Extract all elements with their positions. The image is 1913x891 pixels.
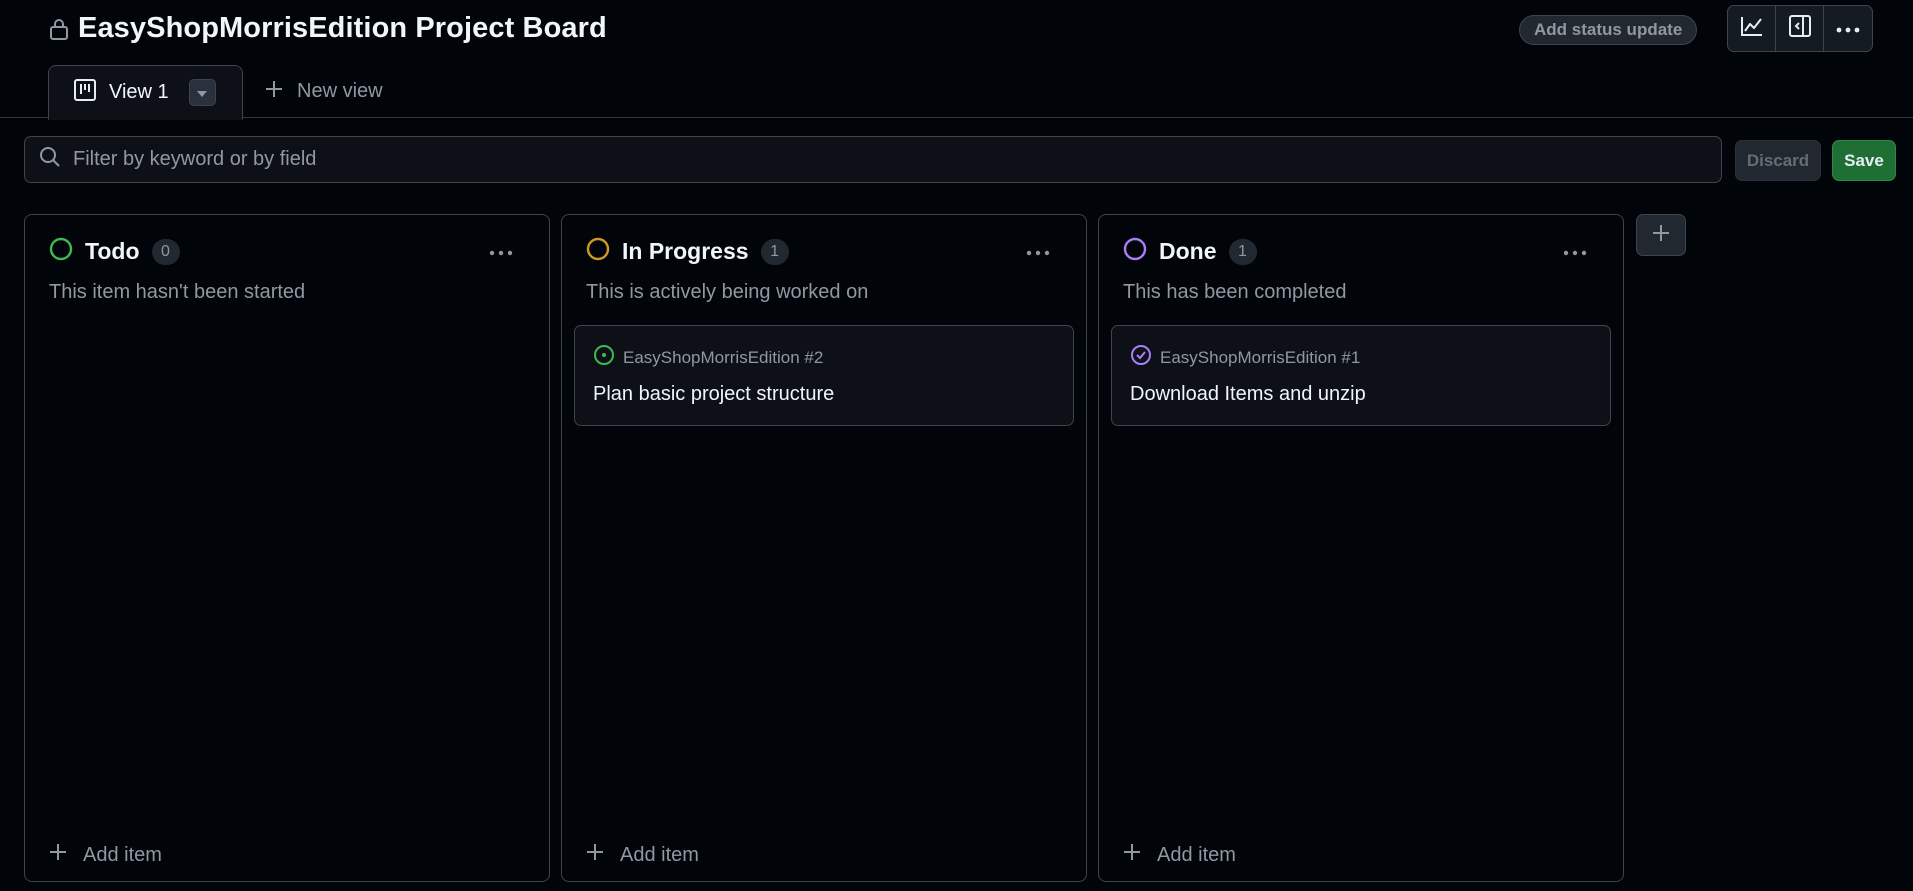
board-column-todo: Todo 0 This item hasn't been started Add… — [24, 214, 550, 882]
column-header: In Progress 1 — [586, 237, 789, 266]
board-column-in-progress: In Progress 1 This is actively being wor… — [561, 214, 1087, 882]
more-options-icon — [489, 243, 513, 260]
status-circle-icon — [1123, 237, 1147, 266]
add-item-label: Add item — [620, 843, 699, 866]
plus-icon — [265, 80, 283, 103]
more-options-button[interactable] — [1824, 6, 1872, 51]
status-circle-icon — [586, 237, 610, 266]
column-menu-button[interactable] — [1563, 243, 1587, 261]
column-count-badge: 1 — [1228, 238, 1257, 265]
add-item-button[interactable]: Add item — [586, 843, 699, 867]
column-description: This has been completed — [1123, 281, 1347, 303]
project-header: EasyShopMorrisEdition Project Board Add … — [0, 0, 1913, 120]
filter-input[interactable] — [73, 148, 1673, 171]
insights-button[interactable] — [1728, 6, 1776, 51]
add-item-label: Add item — [1157, 843, 1236, 866]
board-icon — [73, 78, 97, 107]
filter-bar — [24, 136, 1722, 183]
issue-reference-text: EasyShopMorrisEdition #1 — [1160, 347, 1361, 367]
column-count-badge: 0 — [151, 238, 180, 265]
issue-card[interactable]: EasyShopMorrisEdition #2 Plan basic proj… — [574, 325, 1074, 426]
toggle-sidebar-button[interactable] — [1776, 6, 1824, 51]
add-item-button[interactable]: Add item — [49, 843, 162, 867]
issue-title[interactable]: Plan basic project structure — [593, 383, 834, 406]
issue-reference-text: EasyShopMorrisEdition #2 — [623, 347, 824, 367]
add-item-button[interactable]: Add item — [1123, 843, 1236, 867]
add-column-button[interactable] — [1636, 214, 1686, 256]
issue-closed-icon — [1130, 344, 1152, 371]
plus-icon — [586, 843, 604, 867]
triangle-down-icon — [197, 84, 208, 102]
save-button[interactable]: Save — [1832, 140, 1896, 181]
add-item-label: Add item — [83, 843, 162, 866]
insights-icon — [1740, 15, 1764, 42]
sidebar-icon — [1788, 14, 1812, 43]
plus-icon — [1123, 843, 1141, 867]
issue-title[interactable]: Download Items and unzip — [1130, 383, 1366, 406]
add-status-update-button[interactable]: Add status update — [1519, 15, 1698, 45]
view-tabs: View 1 New view — [48, 64, 405, 120]
issue-card[interactable]: EasyShopMorrisEdition #1 Download Items … — [1111, 325, 1611, 426]
column-count-badge: 1 — [760, 238, 789, 265]
column-name: Done — [1159, 238, 1217, 264]
more-options-icon — [1836, 20, 1860, 38]
lock-icon — [48, 17, 70, 41]
discard-button[interactable]: Discard — [1735, 140, 1821, 181]
more-options-icon — [1026, 243, 1050, 260]
column-menu-button[interactable] — [1026, 243, 1050, 261]
view-options-button[interactable] — [188, 79, 216, 106]
column-menu-button[interactable] — [489, 243, 513, 261]
column-name: In Progress — [622, 238, 749, 264]
page-title: EasyShopMorrisEdition Project Board — [78, 12, 607, 44]
status-circle-icon — [49, 237, 73, 266]
plus-icon — [49, 843, 67, 867]
search-icon — [39, 146, 61, 173]
column-header: Done 1 — [1123, 237, 1257, 266]
column-name: Todo — [85, 238, 140, 264]
board-column-done: Done 1 This has been completed EasyShopM… — [1098, 214, 1624, 882]
more-options-icon — [1563, 243, 1587, 260]
issue-reference: EasyShopMorrisEdition #1 — [1130, 344, 1360, 371]
new-view-button[interactable]: New view — [243, 64, 405, 119]
column-description: This item hasn't been started — [49, 281, 306, 303]
column-description: This is actively being worked on — [586, 281, 869, 303]
issue-reference: EasyShopMorrisEdition #2 — [593, 344, 823, 371]
header-actions — [1727, 5, 1873, 52]
column-header: Todo 0 — [49, 237, 180, 266]
issue-open-icon — [593, 344, 615, 371]
title-row: EasyShopMorrisEdition Project Board — [48, 12, 607, 45]
tab-view-1-label: View 1 — [109, 81, 169, 103]
new-view-label: New view — [297, 80, 383, 102]
tab-view-1[interactable]: View 1 — [48, 65, 243, 120]
plus-icon — [1652, 224, 1670, 247]
